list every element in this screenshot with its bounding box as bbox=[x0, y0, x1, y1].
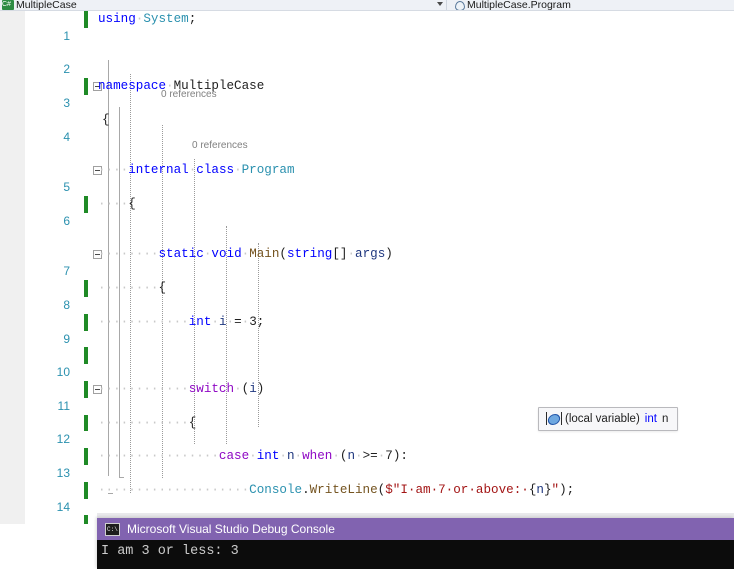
code-text: ················case·int·n·when·(n·>=·7)… bbox=[98, 449, 408, 464]
local-variable-icon bbox=[546, 412, 562, 425]
code-row[interactable]: 2 bbox=[26, 45, 734, 76]
line-number: 2 bbox=[63, 62, 70, 77]
tooltip-type: int bbox=[644, 412, 657, 425]
line-number: 11 bbox=[57, 398, 70, 413]
code-editor[interactable]: 1 using·System; 2 3 namespace·MultipleCa… bbox=[0, 11, 734, 524]
change-bar bbox=[84, 195, 88, 213]
change-bar bbox=[84, 481, 88, 499]
codelens-references-main[interactable]: 0 references bbox=[192, 140, 248, 151]
line-number: 14 bbox=[56, 499, 70, 514]
tooltip-name: n bbox=[661, 412, 669, 425]
member-dropdown-label: MultipleCase.Program bbox=[467, 0, 571, 11]
chevron-down-icon[interactable] bbox=[437, 2, 443, 6]
code-text: ····internal·class·Program bbox=[98, 163, 295, 178]
line-number: 4 bbox=[63, 129, 70, 144]
code-text: ········static·void·Main(string[]·args) bbox=[98, 247, 393, 262]
change-bar bbox=[84, 380, 88, 398]
code-text: ····················Console.WriteLine($"… bbox=[98, 482, 575, 497]
line-number: 7 bbox=[63, 264, 70, 279]
project-dropdown[interactable]: MultipleCase bbox=[0, 0, 446, 11]
code-text: using·System; bbox=[98, 12, 197, 26]
code-text: ············{ bbox=[98, 415, 197, 430]
code-text: ········{ bbox=[98, 281, 167, 296]
change-bar bbox=[84, 280, 88, 297]
change-bar bbox=[84, 448, 88, 466]
line-number: 13 bbox=[56, 466, 70, 481]
code-area[interactable]: 1 using·System; 2 3 namespace·MultipleCa… bbox=[26, 11, 734, 524]
codelens-references-class[interactable]: 0 references bbox=[161, 89, 217, 100]
debug-console-window[interactable]: Microsoft Visual Studio Debug Console I … bbox=[97, 518, 734, 569]
code-row[interactable]: 9 ············int·i·=·3; bbox=[26, 313, 734, 346]
line-number: 10 bbox=[56, 365, 70, 380]
change-bar bbox=[84, 78, 88, 96]
line-number: 9 bbox=[63, 331, 70, 346]
code-row[interactable]: 7 ········static·void·Main(string[]·args… bbox=[26, 246, 734, 278]
code-text: ····{ bbox=[98, 196, 136, 211]
line-number: 1 bbox=[63, 28, 70, 43]
line-number: 8 bbox=[63, 297, 70, 312]
code-text: ············switch·(i) bbox=[98, 381, 265, 396]
change-bar bbox=[84, 414, 88, 432]
code-row[interactable]: 11 ············switch·(i) bbox=[26, 380, 734, 413]
tooltip-prefix: (local variable) bbox=[565, 412, 640, 425]
editor-navigation-bar: MultipleCase MultipleCase.Program bbox=[0, 0, 734, 11]
code-row[interactable]: 14 ····················Console.WriteLine… bbox=[26, 481, 734, 514]
change-bar bbox=[84, 347, 88, 365]
outlining-end-class bbox=[119, 477, 124, 478]
console-title-bar[interactable]: Microsoft Visual Studio Debug Console bbox=[97, 518, 734, 540]
class-member-icon bbox=[453, 0, 465, 10]
csharp-file-icon bbox=[2, 0, 14, 10]
project-dropdown-label: MultipleCase bbox=[16, 0, 77, 11]
quick-info-tooltip: (local variable) int n bbox=[538, 407, 679, 431]
code-row[interactable]: 10 bbox=[26, 347, 734, 379]
command-prompt-icon bbox=[105, 522, 120, 536]
code-text: { bbox=[102, 112, 110, 127]
code-row[interactable]: 4 { bbox=[26, 112, 734, 144]
selection-margin bbox=[0, 11, 26, 524]
line-number: 12 bbox=[56, 432, 70, 447]
code-row[interactable]: 3 namespace·MultipleCase bbox=[26, 78, 734, 110]
indent-guide-5 bbox=[258, 243, 259, 427]
console-title: Microsoft Visual Studio Debug Console bbox=[127, 522, 335, 536]
change-bar bbox=[84, 313, 88, 331]
line-number: 5 bbox=[63, 180, 70, 195]
code-row[interactable]: 5 ····internal·class·Program bbox=[26, 162, 734, 194]
code-row[interactable]: 1 using·System; bbox=[26, 11, 734, 43]
member-dropdown[interactable]: MultipleCase.Program bbox=[446, 0, 734, 11]
code-row[interactable]: 13 ················case·int·n·when·(n·>=… bbox=[26, 448, 734, 480]
code-text: ············int·i·=·3; bbox=[98, 314, 265, 329]
line-number: 3 bbox=[63, 96, 70, 111]
code-row[interactable]: 8 ········{ bbox=[26, 280, 734, 312]
change-bar bbox=[84, 515, 88, 524]
line-number: 6 bbox=[63, 213, 70, 228]
code-row[interactable]: 6 ····{ bbox=[26, 195, 734, 228]
visual-studio-window: MultipleCase MultipleCase.Program 1 bbox=[0, 0, 734, 569]
console-output: I am 3 or less: 3 bbox=[97, 540, 734, 569]
change-bar bbox=[84, 11, 88, 28]
